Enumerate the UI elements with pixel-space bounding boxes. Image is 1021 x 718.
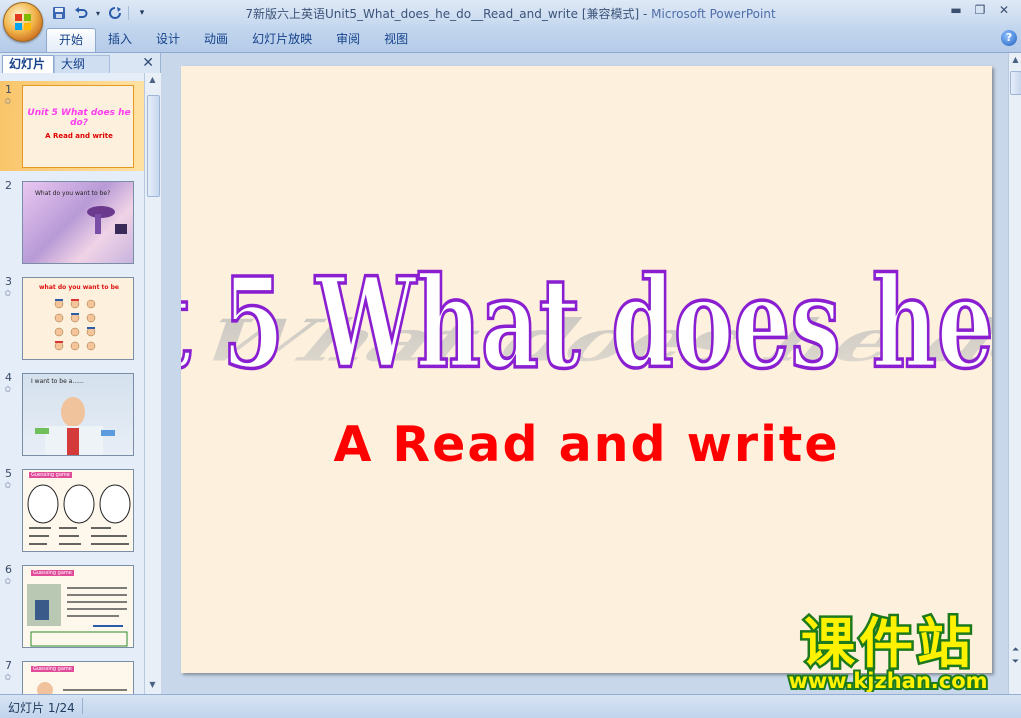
slide-number: 1 xyxy=(5,83,12,96)
minimize-icon[interactable]: ▬ xyxy=(945,2,967,18)
slide-thumbnail-2[interactable]: 2 What do you want to be? xyxy=(0,177,144,267)
slide-area-scrollbar[interactable]: ▲ xyxy=(1008,53,1021,694)
office-logo-icon xyxy=(15,14,31,30)
thumb-title: Unit 5 What does he do? xyxy=(27,108,131,128)
status-bar: 幻灯片 1/24 xyxy=(0,694,1021,718)
help-icon[interactable]: ? xyxy=(1001,30,1017,46)
slide-thumbnail-5[interactable]: 5 ✩ Guessing game xyxy=(0,465,144,555)
slide-thumbnail-image: Unit 5 What does he do? A Read and write xyxy=(22,85,134,168)
slide-thumbnail-image: Guessing game xyxy=(22,469,134,552)
slide-subtitle[interactable]: A Read and write xyxy=(181,416,992,473)
tab-animations[interactable]: 动画 xyxy=(192,28,240,52)
document-title: 7新版六上英语Unit5_What_does_he_do__Read_and_w… xyxy=(245,7,652,21)
animation-star-icon: ✩ xyxy=(4,673,12,683)
slide-number: 6 xyxy=(5,563,12,576)
slide-title-wordart[interactable]: Unit 5 What does he do? Unit 5 What does… xyxy=(181,256,992,396)
status-separator xyxy=(82,698,83,714)
slide-thumbnail-1[interactable]: 1 ✩ Unit 5 What does he do? A Read and w… xyxy=(0,81,144,171)
tab-outline[interactable]: 大纲 xyxy=(54,55,110,73)
slide-thumbnail-image: What do you want to be? xyxy=(22,181,134,264)
watermark-brand: 课件站 xyxy=(801,612,975,675)
previous-slide-icon[interactable]: ⏶ xyxy=(1010,644,1021,656)
current-slide[interactable]: Unit 5 What does he do? Unit 5 What does… xyxy=(181,66,992,673)
slide-number: 4 xyxy=(5,371,12,384)
tab-slides[interactable]: 幻灯片 xyxy=(2,55,54,73)
tab-view[interactable]: 视图 xyxy=(372,28,420,52)
window-controls: ▬ ❐ ✕ xyxy=(945,2,1015,18)
scrollbar-thumb[interactable] xyxy=(1010,71,1021,95)
slide-thumbnail-3[interactable]: 3 ✩ what do you want to be xyxy=(0,273,144,363)
police-illustration xyxy=(27,584,128,647)
job-faces-illustration xyxy=(54,299,96,351)
slide-number: 3 xyxy=(5,275,12,288)
thumb-subtitle: A Read and write xyxy=(45,132,113,140)
slide-thumbnail-4[interactable]: 4 ✩ I want to be a...... xyxy=(0,369,144,459)
title-text: Unit 5 What does he do? xyxy=(181,256,992,396)
animation-star-icon: ✩ xyxy=(4,289,12,299)
slide-editing-area: Unit 5 What does he do? Unit 5 What does… xyxy=(161,53,1008,694)
scroll-up-icon[interactable]: ▲ xyxy=(1010,55,1021,67)
tab-insert[interactable]: 插入 xyxy=(96,28,144,52)
close-pane-icon[interactable]: ✕ xyxy=(142,55,154,71)
slide-thumbnail-image: Guessing game xyxy=(22,565,134,648)
tab-slideshow[interactable]: 幻灯片放映 xyxy=(240,28,324,52)
animation-star-icon: ✩ xyxy=(4,481,12,491)
slides-pane: 幻灯片 大纲 ✕ 1 ✩ Unit 5 What does he do? A R… xyxy=(0,53,161,694)
scrollbar-thumb[interactable] xyxy=(147,95,160,197)
slide-number: 7 xyxy=(5,659,12,672)
kjzhan-watermark-logo: 课件站 www.kjzhan.com xyxy=(786,612,989,692)
animation-star-icon: ✩ xyxy=(4,577,12,587)
slide-thumbnail-image: Guessing game xyxy=(22,661,134,694)
animation-star-icon: ✩ xyxy=(4,385,12,395)
scroll-up-icon[interactable]: ▲ xyxy=(147,75,158,87)
slide-thumbnail-6[interactable]: 6 ✩ Guessing game xyxy=(0,561,144,651)
girl-illustration xyxy=(37,682,127,694)
slides-pane-scrollbar[interactable]: ▲ ▼ xyxy=(144,73,161,694)
watermark-url: www.kjzhan.com xyxy=(788,669,987,692)
slide-nav-buttons: ⏶ ⏷ xyxy=(1010,644,1021,668)
scientist-illustration xyxy=(35,397,115,455)
slide-number: 2 xyxy=(5,179,12,192)
slide-thumbnail-7[interactable]: 7 ✩ Guessing game xyxy=(0,657,144,694)
flying-girl-illustration xyxy=(87,206,127,234)
slide-counter: 幻灯片 1/24 xyxy=(8,701,75,715)
worksheet-illustration xyxy=(27,484,131,545)
close-icon[interactable]: ✕ xyxy=(993,2,1015,18)
animation-star-icon: ✩ xyxy=(4,97,12,107)
office-button[interactable] xyxy=(3,2,43,42)
slide-thumbnail-image: I want to be a...... xyxy=(22,373,134,456)
app-name: Microsoft PowerPoint xyxy=(651,7,776,21)
tab-home[interactable]: 开始 xyxy=(46,28,97,52)
slide-thumbnail-image: what do you want to be xyxy=(22,277,134,360)
slide-number: 5 xyxy=(5,467,12,480)
ribbon-tab-bar: 开始 插入 设计 动画 幻灯片放映 审阅 视图 ? xyxy=(0,26,1021,53)
slide-thumbnail-list: 1 ✩ Unit 5 What does he do? A Read and w… xyxy=(0,73,144,694)
title-bar: ▾ ▾ 7新版六上英语Unit5_What_does_he_do__Read_a… xyxy=(0,0,1021,42)
scroll-down-icon[interactable]: ▼ xyxy=(147,680,158,692)
window-title: 7新版六上英语Unit5_What_does_he_do__Read_and_w… xyxy=(0,5,1021,22)
next-slide-icon[interactable]: ⏷ xyxy=(1010,656,1021,668)
tab-review[interactable]: 审阅 xyxy=(324,28,372,52)
tab-design[interactable]: 设计 xyxy=(144,28,192,52)
maximize-icon[interactable]: ❐ xyxy=(969,2,991,18)
